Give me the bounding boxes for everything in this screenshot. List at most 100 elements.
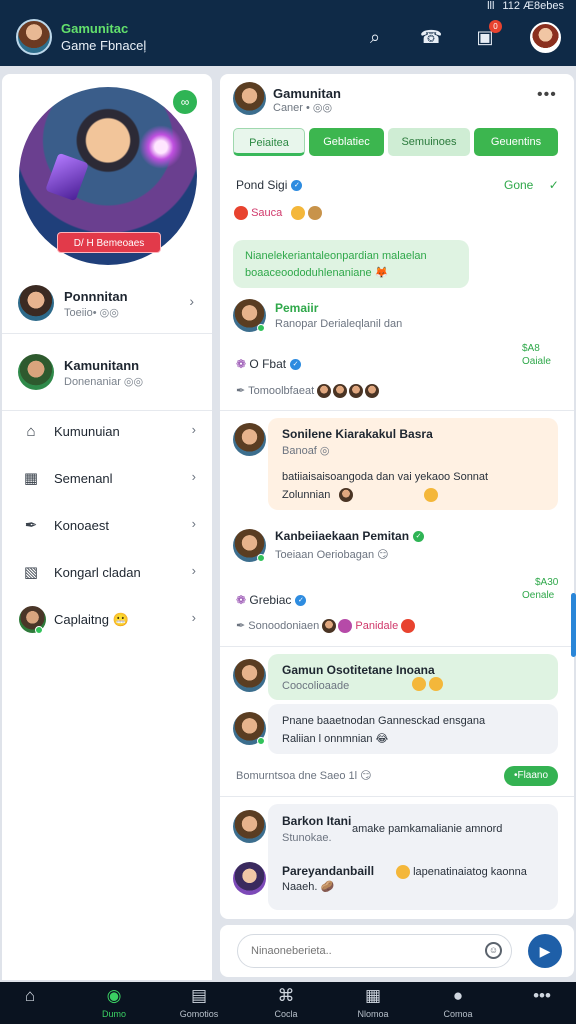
chevron-right-icon: › <box>191 422 196 437</box>
menu-item-konoaest[interactable]: ✒ Konoaest › <box>2 503 212 549</box>
search-icon[interactable]: ⌕ <box>364 26 386 48</box>
avatar <box>18 285 54 321</box>
status-bar: ӏӏӏ 112 Æ8ebes <box>487 0 564 12</box>
online-dot <box>35 626 43 634</box>
hero-label[interactable]: D/ H Bemeoaes <box>57 232 161 253</box>
tab-peiaitea[interactable]: Peiaitea <box>233 128 305 156</box>
online-dot <box>257 737 265 745</box>
action-pill[interactable]: •Flaano <box>504 766 558 786</box>
scroll-handle[interactable] <box>571 593 576 657</box>
tab-semuinoes[interactable]: Semuinoes <box>388 128 470 156</box>
nav-more[interactable]: ••• <box>502 986 576 1009</box>
timestamp: $A8 <box>522 343 540 354</box>
menu-item-kongarl-cladan[interactable]: ▧ Kongarl cladan › <box>2 550 212 596</box>
reaction-row: ✒ Tomoolbfaeat <box>236 384 381 399</box>
divider <box>220 796 574 797</box>
profile-row[interactable]: Ponnnitan Toeiio• ◎◎ › <box>2 277 212 333</box>
header-avatar[interactable] <box>16 19 52 55</box>
attachment-icon: ✒ <box>236 385 246 397</box>
pin-icon: ✒ <box>24 517 38 534</box>
more-icon: ••• <box>533 986 551 1005</box>
chat-avatar[interactable] <box>233 82 266 115</box>
fox-emoji-icon <box>412 677 426 691</box>
smile-emoji-icon <box>396 865 410 879</box>
reaction-row: ✒ Sonoodoniaen Panidale <box>236 619 416 634</box>
nav-dumo[interactable]: ◉ Dumo <box>74 986 154 1019</box>
menu-item-kumunuian[interactable]: ⌂ Kumunuian › <box>2 409 212 455</box>
message-body: lapenatinaiatog kaonna <box>396 865 527 879</box>
divider <box>2 333 212 334</box>
message-bubble[interactable] <box>268 704 558 754</box>
nav-comoa[interactable]: ● Comoa <box>418 986 498 1019</box>
avatar <box>349 384 364 399</box>
notification-badge: 0 <box>489 20 502 33</box>
row-label: Grebiac <box>249 593 292 607</box>
tab-geuentins[interactable]: Geuentins <box>474 128 558 156</box>
nav-label: Nlomoa <box>357 1009 389 1019</box>
timestamp-label: Oaiale <box>522 356 551 367</box>
nav-label: Gomotios <box>179 1009 219 1019</box>
avatar <box>322 619 337 634</box>
emoji-icon[interactable]: ☺ <box>485 942 502 959</box>
nav-nlomoa[interactable]: ▦ Nlomoa <box>333 986 413 1019</box>
divider <box>220 410 574 411</box>
avatar[interactable] <box>233 862 266 895</box>
tab-geblatiec[interactable]: Geblatiec <box>309 128 384 156</box>
emoji-row <box>412 677 444 691</box>
community-row[interactable]: Kamunitann Donenaniar ◎◎ <box>2 346 212 402</box>
message-body: batiiaisaisoangoda dan vai yekaoo Sonnat <box>282 471 489 483</box>
o-bat-row: ❁ O Fbat ✓ <box>236 357 302 371</box>
message-bubble[interactable] <box>233 240 469 288</box>
top-bar: ӏӏӏ 112 Æ8ebes Gamunitac Game Fbnaceļ ⌕ … <box>0 0 576 66</box>
app-subtitle: Game Fbnaceļ <box>61 38 147 53</box>
chevron-right-icon: › <box>191 469 196 484</box>
message-input[interactable] <box>237 934 512 968</box>
inline-message: Bomurntsoa dne Saeo 1l 😏 <box>236 770 372 782</box>
nav-cocla[interactable]: ⌘ Cocla <box>246 986 326 1019</box>
message-body: amake pamkamalianie amnord <box>352 823 503 835</box>
chat-subtitle: Caner • ◎◎ <box>273 102 333 114</box>
grebiac-row: ❁ Grebiac ✓ <box>236 593 307 607</box>
nav-home[interactable]: ⌂ <box>0 986 70 1009</box>
avatar <box>339 488 354 502</box>
home-icon: ⌂ <box>24 986 36 1005</box>
profile-subtitle: Toeiio• ◎◎ <box>64 307 119 319</box>
link-icon[interactable]: ∞ <box>173 90 197 114</box>
message-title: Sonilene Kiarakakul Basra <box>282 427 433 441</box>
nav-label: Cocla <box>274 1009 298 1019</box>
sauca-row: Sauca <box>234 206 323 220</box>
profile-name: Ponnnitan <box>64 289 128 304</box>
star-icon <box>338 619 353 634</box>
more-icon[interactable]: ••• <box>537 86 557 104</box>
phone-icon[interactable]: ☎ <box>420 26 442 48</box>
message-body: Raliian l onnmnian 😂 <box>282 733 389 745</box>
nav-gomotios[interactable]: ▤ Gomotios <box>159 986 239 1019</box>
store-icon: ▤ <box>190 986 208 1005</box>
signal-icon: ӏӏӏ <box>487 0 495 12</box>
message-text: lapenatinaiatog kaonna <box>413 865 527 878</box>
grid-icon: ▦ <box>364 986 382 1005</box>
avatar <box>365 384 380 399</box>
chat-panel: Gamunitan Caner • ◎◎ ••• Peiaitea Geblat… <box>220 74 574 919</box>
menu-label: Kumunuian <box>54 424 120 439</box>
avatar[interactable] <box>233 810 266 843</box>
menu-item-semenanl[interactable]: ▦ Semenanl › <box>2 456 212 502</box>
gem-icon <box>45 152 89 202</box>
avatar[interactable] <box>233 659 266 692</box>
status-text: 112 Æ8ebes <box>502 0 564 12</box>
creature-icon: ❁ <box>236 593 247 607</box>
calendar-icon: ▦ <box>23 470 39 487</box>
menu-item-caplaitng[interactable]: Caplaitng 😬 › <box>2 597 212 643</box>
person-icon: ● <box>452 986 464 1005</box>
badge-icon <box>401 619 416 634</box>
menu-label: Konoaest <box>54 518 109 533</box>
chevron-right-icon: › <box>191 516 196 531</box>
send-button[interactable]: ▶ <box>528 934 562 968</box>
chevron-right-icon: › <box>191 610 196 625</box>
gift-icon[interactable]: ▣ 0 <box>474 20 502 48</box>
profile-avatar[interactable] <box>530 22 561 53</box>
avatar[interactable] <box>233 423 266 456</box>
pond-sign-row: Pond Sigi ✓ <box>236 178 303 192</box>
game-icon: ◉ <box>106 986 122 1005</box>
avatar <box>317 384 332 399</box>
